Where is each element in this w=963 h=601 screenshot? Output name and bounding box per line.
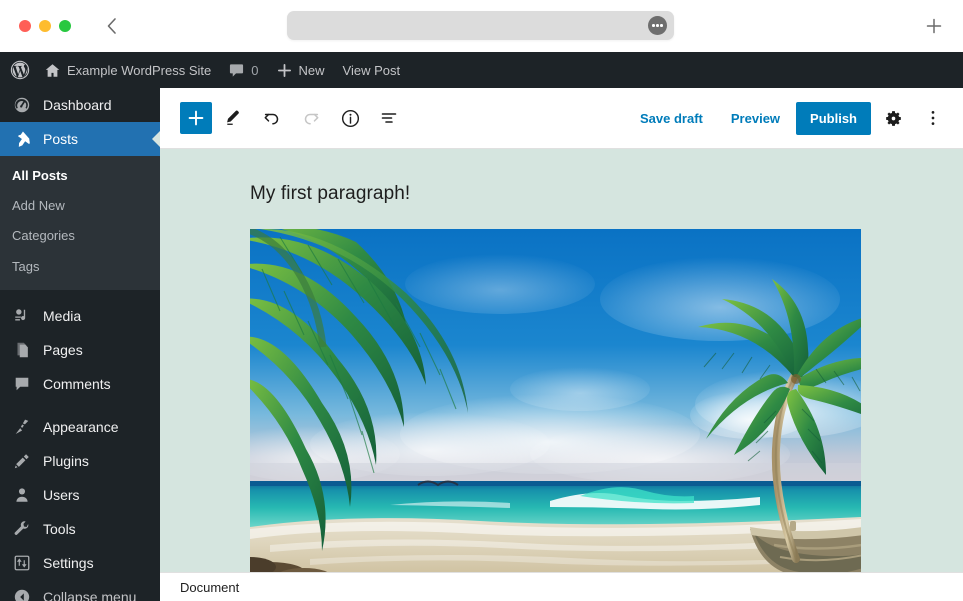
settings-gear-button[interactable] [875,100,911,136]
sidebar-subitem-categories[interactable]: Categories [0,221,160,251]
sidebar-item-settings-label: Settings [43,554,94,571]
comments-icon [12,374,32,394]
image-block[interactable] [250,229,861,572]
users-icon [12,485,32,505]
sidebar-submenu-posts: All Posts Add New Categories Tags [0,156,160,290]
editor-header: Save draft Preview Publish [160,88,963,149]
plugins-icon [12,451,32,471]
sidebar-item-settings[interactable]: Settings [0,546,160,580]
adminbar-comments-count: 0 [251,62,259,78]
sidebar-subitem-all-posts[interactable]: All Posts [0,161,160,191]
sidebar-item-users-label: Users [43,486,80,503]
sidebar-item-posts-label: Posts [43,131,79,147]
adminbar-view-post[interactable]: View Post [334,52,410,88]
breadcrumb[interactable]: Document [180,580,239,595]
app-body: Dashboard Posts All Posts Add New Catego… [0,88,963,601]
sidebar-item-plugins[interactable]: Plugins [0,444,160,478]
sidebar-item-appearance-label: Appearance [43,418,119,435]
sidebar-divider-2 [0,401,160,410]
save-draft-button[interactable]: Save draft [628,105,715,132]
redo-button[interactable] [293,100,329,136]
sidebar-item-media[interactable]: Media [0,299,160,333]
sidebar-item-appearance[interactable]: Appearance [0,410,160,444]
browser-chrome [0,0,963,52]
sidebar-item-posts[interactable]: Posts [0,122,160,156]
adminbar-new-label: New [298,62,325,78]
address-bar-menu-icon[interactable] [648,16,667,35]
settings-icon [12,553,32,573]
sidebar-subitem-add-new[interactable]: Add New [0,191,160,221]
add-block-button[interactable] [180,102,212,134]
zoom-window-button[interactable] [59,20,71,32]
adminbar-new[interactable]: New [268,52,334,88]
home-icon [45,63,60,78]
wordpress-logo-icon [10,60,30,80]
minimize-window-button[interactable] [39,20,51,32]
sidebar-item-dashboard-label: Dashboard [43,97,112,113]
sidebar-subitem-tags[interactable]: Tags [0,252,160,282]
adminbar-view-post-label: View Post [342,62,401,78]
editor-header-right: Save draft Preview Publish [628,100,951,136]
sidebar-item-tools[interactable]: Tools [0,512,160,546]
preview-button[interactable]: Preview [719,105,792,132]
adminbar-comments[interactable]: 0 [220,52,267,88]
new-tab-icon[interactable] [923,15,945,37]
media-icon [12,306,32,326]
wp-admin-bar: Example WordPress Site 0 New View Post [0,52,963,88]
paragraph-block[interactable]: My first paragraph! [160,149,963,205]
sidebar-item-tools-label: Tools [43,520,76,537]
editor-header-left [180,100,407,136]
publish-button[interactable]: Publish [796,101,871,135]
adminbar-site-name[interactable]: Example WordPress Site [36,52,220,88]
sidebar-item-collapse-menu-label: Collapse menu [43,588,137,601]
editor-canvas[interactable]: My first paragraph! [160,149,963,572]
dashboard-icon [12,95,32,115]
sidebar-divider [0,290,160,299]
adminbar-site-name-label: Example WordPress Site [67,62,212,78]
plus-icon [277,63,292,78]
collapse-arrow-icon [12,587,32,601]
sidebar-item-pages[interactable]: Pages [0,333,160,367]
pages-icon [12,340,32,360]
sidebar-item-comments[interactable]: Comments [0,367,160,401]
sidebar-item-users[interactable]: Users [0,478,160,512]
undo-button[interactable] [254,100,290,136]
close-window-button[interactable] [19,20,31,32]
comment-bubble-icon [229,63,244,78]
sidebar-item-pages-label: Pages [43,341,83,358]
more-options-button[interactable] [915,100,951,136]
sidebar-item-plugins-label: Plugins [43,452,89,469]
details-button[interactable] [332,100,368,136]
sidebar-item-collapse-menu[interactable]: Collapse menu [0,580,160,601]
adminbar-wp-logo[interactable] [0,52,36,88]
window-traffic-lights [19,20,71,32]
address-bar[interactable] [287,11,674,40]
tools-button[interactable] [215,100,251,136]
back-icon[interactable] [101,15,123,37]
beach-painting-image [250,229,861,572]
tools-icon [12,519,32,539]
appearance-icon [12,417,32,437]
sidebar-item-media-label: Media [43,307,82,324]
admin-sidebar: Dashboard Posts All Posts Add New Catego… [0,88,160,601]
pin-icon [12,129,32,149]
sidebar-item-dashboard[interactable]: Dashboard [0,88,160,122]
sidebar-item-comments-label: Comments [43,375,111,392]
list-view-button[interactable] [371,100,407,136]
block-editor: Save draft Preview Publish My first para… [160,88,963,601]
editor-footer: Document [160,572,963,601]
sidebar-active-arrow-icon [152,131,160,147]
